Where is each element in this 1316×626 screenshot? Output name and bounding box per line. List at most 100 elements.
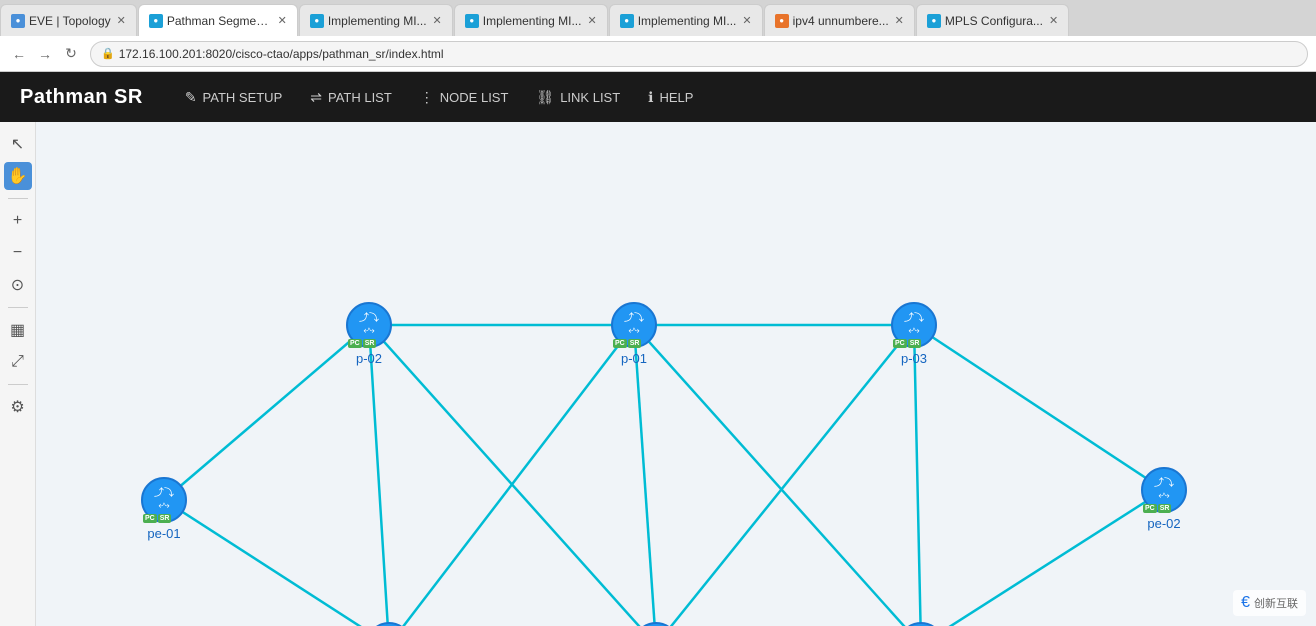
tool-select[interactable]: ↖ <box>4 130 32 158</box>
nav-item-link-list[interactable]: ⛓LINK LIST <box>524 83 632 112</box>
watermark-icon: € <box>1241 594 1250 612</box>
watermark-text: 创新互联 <box>1254 595 1298 611</box>
tool-separator-2 <box>8 198 28 199</box>
node-circle-p-06: ⤴⤵⤶⤷PCSR <box>898 622 944 626</box>
node-badges-p-03: PCSR <box>893 339 921 348</box>
tab-close-ipv4[interactable]: ✕ <box>895 14 904 27</box>
tool-separator-7 <box>8 384 28 385</box>
node-label-pe-02: pe-02 <box>1147 516 1180 531</box>
node-label-pe-01: pe-01 <box>147 526 180 541</box>
link-p-02-p-05 <box>369 325 656 626</box>
tab-close-impl1[interactable]: ✕ <box>433 14 442 27</box>
url-lock-icon: 🔒 <box>101 47 115 60</box>
tool-icon-zoom-in: + <box>13 212 22 230</box>
expand-icon-pe-01: ⤴⤵⤶⤷ <box>154 488 174 512</box>
node-circle-p-01: ⤴⤵⤶⤷PCSR <box>611 302 657 348</box>
node-circle-pe-02: ⤴⤵⤶⤷PCSR <box>1141 467 1187 513</box>
nav-label-help: HELP <box>660 90 694 105</box>
badge-pc-pe-02: PC <box>1143 504 1157 513</box>
tab-eve[interactable]: ●EVE | Topology✕ <box>0 4 137 36</box>
forward-button[interactable]: → <box>34 43 56 65</box>
nav-icon-link-list: ⛓ <box>536 89 554 106</box>
link-p-03-p-05 <box>656 325 914 626</box>
node-badges-p-01: PCSR <box>613 339 641 348</box>
nav-menu: ✎ PATH SETUP ⇌ PATH LIST ⋮ NODE LIST ⛓LINK LIS… <box>173 83 706 112</box>
address-bar: ← → ↻ 🔒 172.16.100.201:8020/cisco-ctao/a… <box>0 36 1316 72</box>
tab-label-pathman: Pathman Segment... <box>167 14 272 28</box>
tab-icon-impl1: ● <box>310 14 324 28</box>
node-p-06[interactable]: ⤴⤵⤶⤷PCSRp-06 <box>898 622 944 626</box>
node-circle-p-04: ⤴⤵⤶⤷PCSR <box>366 622 412 626</box>
tab-close-impl2[interactable]: ✕ <box>587 14 596 27</box>
node-label-p-02: p-02 <box>356 351 382 366</box>
node-label-p-03: p-03 <box>901 351 927 366</box>
link-p-03-pe-02 <box>914 325 1164 490</box>
node-p-02[interactable]: ⤴⤵⤶⤷PCSR p-02 <box>346 302 392 366</box>
link-pe-01-p-02 <box>164 325 369 500</box>
node-badges-pe-02: PCSR <box>1143 504 1171 513</box>
node-badges-pe-01: PCSR <box>143 514 171 523</box>
refresh-button[interactable]: ↻ <box>60 43 82 65</box>
badge-pc-pe-01: PC <box>143 514 157 523</box>
tab-close-pathman[interactable]: ✕ <box>278 14 287 27</box>
tool-icon-zoom-fit: ⊙ <box>11 275 24 295</box>
nav-icon-path-list: ⇌ <box>310 89 322 106</box>
tab-label-impl1: Implementing MI... <box>328 14 427 28</box>
nav-icon-path-setup: ✎ <box>185 89 197 106</box>
tab-close-eve[interactable]: ✕ <box>117 14 126 27</box>
nav-label-path-list: PATH LIST <box>328 90 392 105</box>
tool-zoom-in[interactable]: + <box>4 207 32 235</box>
tab-ipv4[interactable]: ● ipv4 unnumbere... ✕ <box>764 4 915 36</box>
tool-icon-select: ↖ <box>11 134 24 154</box>
badge-sr-p-02: SR <box>363 339 377 348</box>
link-p-01-p-05 <box>634 325 656 626</box>
tool-layout[interactable]: ▦ <box>4 316 32 344</box>
nav-label-node-list: NODE LIST <box>440 90 509 105</box>
tab-close-impl3[interactable]: ✕ <box>742 14 751 27</box>
url-bar[interactable]: 🔒 172.16.100.201:8020/cisco-ctao/apps/pa… <box>90 41 1308 67</box>
tool-settings[interactable]: ⚙ <box>4 393 32 421</box>
nav-item-path-setup[interactable]: ✎ PATH SETUP <box>173 83 294 112</box>
tool-zoom-out[interactable]: − <box>4 239 32 267</box>
node-circle-p-02: ⤴⤵⤶⤷PCSR <box>346 302 392 348</box>
link-p-06-pe-02 <box>921 490 1164 626</box>
badge-sr-p-03: SR <box>908 339 922 348</box>
node-circle-p-03: ⤴⤵⤶⤷PCSR <box>891 302 937 348</box>
nav-label-path-setup: PATH SETUP <box>203 90 283 105</box>
tool-zoom-fit[interactable]: ⊙ <box>4 271 32 299</box>
tab-pathman[interactable]: ● Pathman Segment... ✕ <box>138 4 298 36</box>
tab-impl2[interactable]: ●Implementing MI...✕ <box>454 4 608 36</box>
node-p-01[interactable]: ⤴⤵⤶⤷PCSR p-01 <box>611 302 657 366</box>
topology-canvas[interactable]: ⤴⤵⤶⤷PCSRp-02⤴⤵⤶⤷PCSRp-01⤴⤵⤶⤷PCSRp-03⤴⤵⤶⤷… <box>36 122 1316 626</box>
tool-icon-settings: ⚙ <box>10 397 24 417</box>
node-p-03[interactable]: ⤴⤵⤶⤷PCSR p-03 <box>891 302 937 366</box>
tab-impl3[interactable]: ●Implementing MI...✕ <box>609 4 763 36</box>
link-pe-01-p-04 <box>164 500 389 626</box>
node-p-05[interactable]: ⤴⤵⤶⤷PCSRp-05 <box>633 622 679 626</box>
tool-separator-5 <box>8 307 28 308</box>
nav-item-node-list[interactable]: ⋮ NODE LIST <box>408 83 521 112</box>
back-button[interactable]: ← <box>8 43 30 65</box>
node-p-04[interactable]: ⤴⤵⤶⤷PCSRp-04 <box>366 622 412 626</box>
tab-close-mpls[interactable]: ✕ <box>1049 14 1058 27</box>
tool-pan[interactable]: ✋ <box>4 162 32 190</box>
link-p-02-p-04 <box>369 325 389 626</box>
nav-icon-help: ℹ <box>648 89 653 106</box>
node-circle-p-05: ⤴⤵⤶⤷PCSR <box>633 622 679 626</box>
node-label-p-01: p-01 <box>621 351 647 366</box>
url-text: 172.16.100.201:8020/cisco-ctao/apps/path… <box>119 47 444 61</box>
tab-mpls[interactable]: ●MPLS Configura...✕ <box>916 4 1069 36</box>
tab-icon-ipv4: ● <box>775 14 789 28</box>
badge-sr-pe-02: SR <box>1158 504 1172 513</box>
tab-label-ipv4: ipv4 unnumbere... <box>793 14 889 28</box>
nav-icon-node-list: ⋮ <box>420 89 434 106</box>
browser-chrome: ●EVE | Topology✕●Pathman Segment...✕●Imp… <box>0 0 1316 72</box>
nav-item-help[interactable]: ℹ HELP <box>636 83 705 112</box>
node-pe-01[interactable]: ⤴⤵⤶⤷ PCSR pe-01 <box>141 477 187 541</box>
app-header: Pathman SR ✎PATH SETUP⇌PATH LIST⋮NODE LI… <box>0 72 1316 122</box>
tab-impl1[interactable]: ● Implementing MI... ✕ <box>299 4 453 36</box>
node-pe-02[interactable]: ⤴⤵⤶⤷PCSR pe-02 <box>1141 467 1187 531</box>
tab-icon-pathman: ● <box>149 14 163 28</box>
tool-expand[interactable]: ⤢ <box>4 348 32 376</box>
nav-item-path-list[interactable]: ⇌ PATH LIST <box>298 83 404 112</box>
